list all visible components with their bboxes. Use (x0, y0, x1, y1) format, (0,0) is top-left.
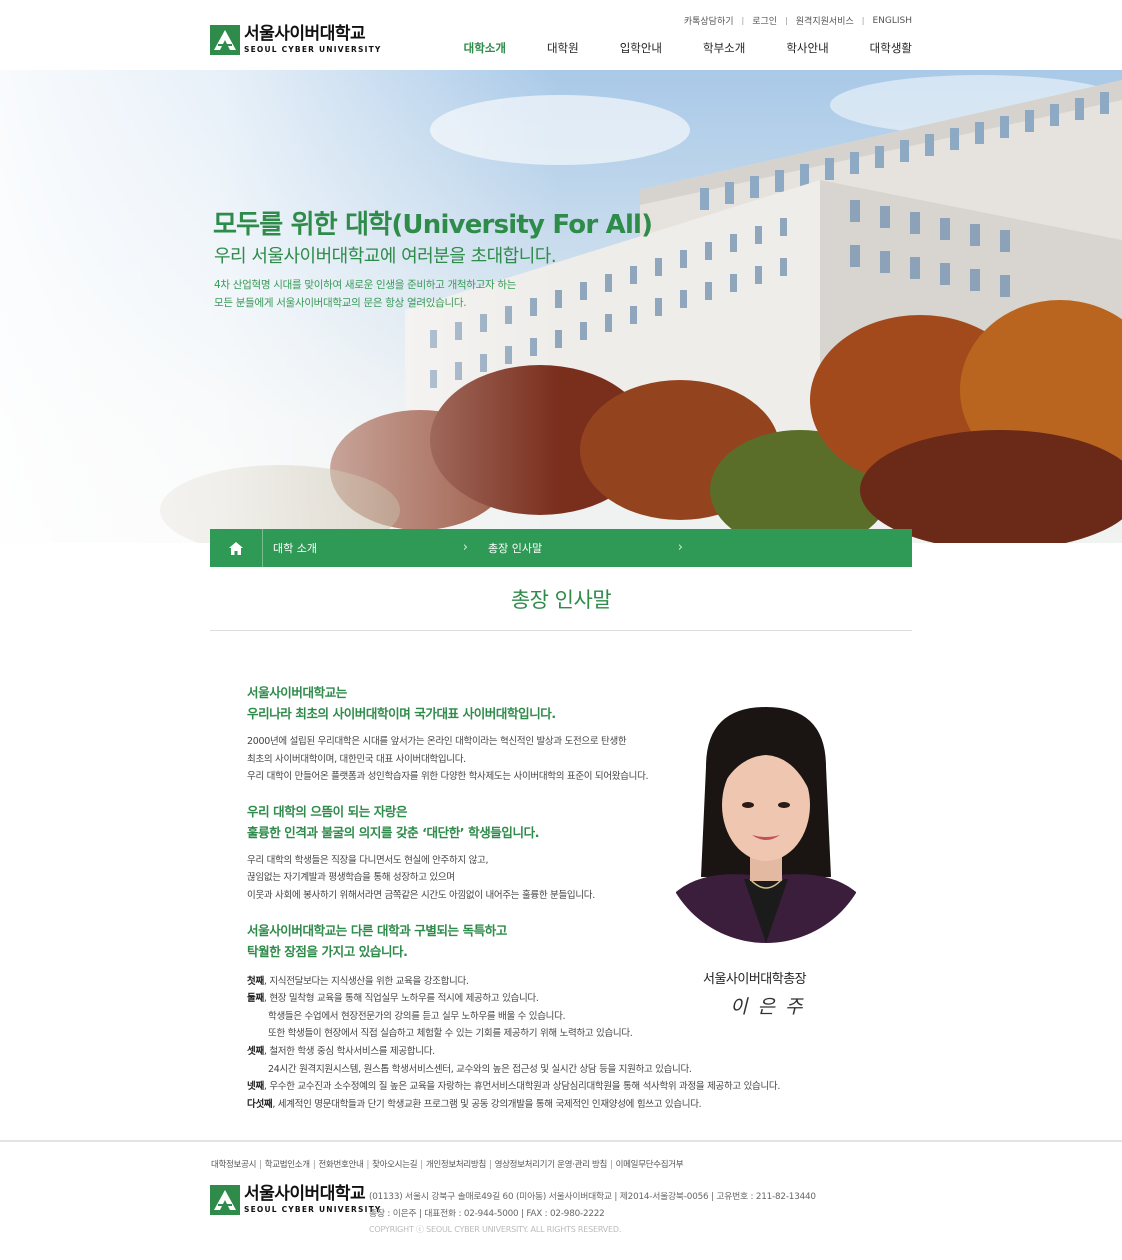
footer-link-foundation[interactable]: 학교법인소개 (265, 1160, 310, 1170)
nav-item-academics[interactable]: 학사안내 (786, 40, 828, 56)
hero-subtitle: 우리 서울사이버대학교에 여러분을 초대합니다. (214, 246, 557, 267)
breadcrumb-depth1[interactable]: 대학 소개 › (263, 529, 478, 567)
hero-description: 4차 산업혁명 시대를 맞이하여 새로운 인생을 준비하고 개척하고자 하는 모… (214, 279, 517, 309)
footer-link-phone[interactable]: 전화번호안내 (318, 1160, 363, 1170)
footer-link-disclosure[interactable]: 대학정보공시 (211, 1160, 256, 1170)
hero-banner: 모두를 위한 대학(University For All) 우리 서울사이버대학… (0, 70, 1122, 543)
president-portrait (666, 707, 864, 943)
president-title: 서울사이버대학총장 (703, 972, 807, 987)
breadcrumb-depth2[interactable]: 총장 인사말 › (478, 529, 693, 567)
president-signature: 이은주 (730, 996, 813, 1018)
list-item-detail: 또한 학생들이 현장에서 직접 실습하고 체험할 수 있는 기회를 제공하기 위… (268, 1028, 633, 1040)
footer-links: 대학정보공시 | 학교법인소개 | 전화번호안내 | 찾아오시는길 | 개인정보처리방침 | 영상정… (211, 1160, 684, 1170)
footer-info: (01133) 서울시 강북구 솔매로49길 60 (미아동) 서울사이버대학교… (369, 1189, 816, 1239)
footer-address: (01133) 서울시 강북구 솔매로49길 60 (미아동) 서울사이버대학교… (369, 1192, 816, 1202)
breadcrumb: 대학 소개 › 총장 인사말 › (210, 529, 912, 567)
nav-item-graduate[interactable]: 대학원 (547, 40, 579, 56)
nav-item-admission[interactable]: 입학안내 (620, 40, 662, 56)
hero-title: 모두를 위한 대학(University For All) (213, 210, 653, 240)
footer-copyright: COPYRIGHT ⓒ SEOUL CYBER UNIVERSITY. ALL … (369, 1225, 622, 1234)
list-item-detail: 24시간 원격지원시스템, 원스톱 학생서비스센터, 교수와의 높은 접근성 및… (268, 1063, 692, 1075)
utility-nav: 카톡상담하기 | 로그인 | 원격지원서비스 | ENGLISH (683, 14, 912, 28)
logo-mark-icon (210, 25, 240, 55)
util-link-english[interactable]: ENGLISH (872, 16, 912, 26)
logo-mark-icon (210, 1185, 240, 1215)
chevron-right-icon: › (462, 540, 468, 555)
footer-contact: 총장 : 이은주 | 대표전화 : 02-944-5000 | FAX : 02… (369, 1208, 605, 1219)
list-item: 넷째, 우수한 교수진과 소수정예의 질 높은 교육을 자랑하는 휴먼서비스대학… (247, 1081, 781, 1093)
logo[interactable]: 서울사이버대학교 SEOUL CYBER UNIVERSITY (210, 24, 382, 56)
breadcrumb-home[interactable] (210, 529, 263, 567)
logo-text-ko: 서울사이버대학교 (244, 24, 366, 45)
site-header: 서울사이버대학교 SEOUL CYBER UNIVERSITY 카톡상담하기 |… (0, 0, 1122, 70)
footer-link-directions[interactable]: 찾아오시는길 (372, 1160, 417, 1170)
list-item: 셋째, 철저한 학생 중심 학사서비스를 제공합니다. (247, 1045, 435, 1057)
footer-logo[interactable]: 서울사이버대학교 SEOUL CYBER UNIVERSITY (210, 1185, 382, 1215)
nav-item-undergrad[interactable]: 학부소개 (703, 40, 745, 56)
page-title: 총장 인사말 (510, 588, 612, 612)
util-link-remote-support[interactable]: 원격지원서비스 (796, 14, 854, 27)
main-nav: 대학소개 대학원 입학안내 학부소개 학사안내 대학생활 (423, 40, 912, 56)
nav-item-campus-life[interactable]: 대학생활 (870, 40, 912, 56)
list-item: 다섯째, 세계적인 명문대학들과 단기 학생교환 프로그램 및 공동 강의개발을… (247, 1098, 702, 1110)
divider (210, 630, 912, 631)
util-link-kakao[interactable]: 카톡상담하기 (684, 14, 734, 27)
util-link-login[interactable]: 로그인 (752, 14, 777, 27)
chevron-right-icon: › (677, 540, 683, 555)
footer-divider (0, 1140, 1122, 1142)
home-icon (229, 541, 243, 555)
logo-text-en: SEOUL CYBER UNIVERSITY (244, 45, 382, 55)
nav-item-about[interactable]: 대학소개 (464, 40, 506, 56)
footer-link-privacy[interactable]: 개인정보처리방침 (426, 1160, 486, 1170)
footer-link-email[interactable]: 이메일무단수집거부 (616, 1160, 684, 1170)
footer-link-cctv[interactable]: 영상정보처리기기 운영·관리 방침 (495, 1160, 608, 1170)
